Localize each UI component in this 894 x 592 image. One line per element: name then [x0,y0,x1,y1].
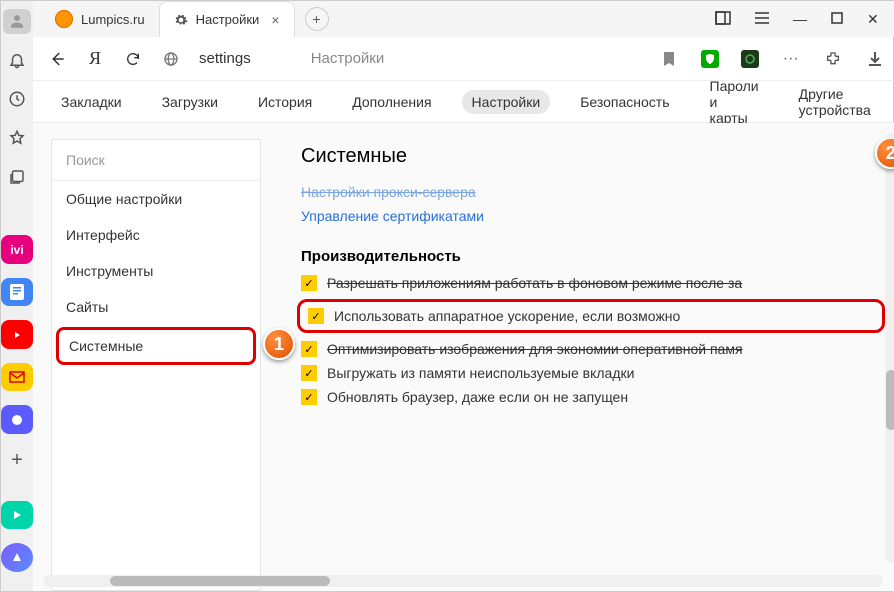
checkbox-label: Оптимизировать изображения для экономии … [327,341,743,357]
site-info-icon[interactable] [161,49,181,69]
more-icon[interactable]: ··· [781,49,801,69]
extension-icon[interactable] [741,50,759,68]
minimize-button[interactable]: — [793,11,807,28]
panel-icon[interactable] [715,11,731,28]
settings-sidebar: Поиск Общие настройки Интерфейс Инструме… [51,139,261,591]
checkbox-icon[interactable]: ✓ [301,275,317,291]
protect-icon[interactable] [701,50,719,68]
settings-nav: Закладки Загрузки История Дополнения Нас… [33,81,894,123]
sidebar-item-tools[interactable]: Инструменты [52,253,260,289]
check-hardware-acceleration[interactable]: ✓ Использовать аппаратное ускорение, есл… [297,299,885,333]
link-certificates[interactable]: Управление сертификатами [301,208,881,224]
app-mail-icon[interactable] [1,363,33,391]
checkbox-label: Обновлять браузер, даже если он не запущ… [327,389,628,405]
yandex-icon[interactable]: Я [85,49,105,69]
checkbox-icon[interactable]: ✓ [301,365,317,381]
checkbox-label: Разрешать приложениям работать в фоновом… [327,275,742,291]
horizontal-scrollbar[interactable] [43,575,883,587]
search-input[interactable]: Поиск [52,140,260,181]
address-title: Настройки [311,50,385,67]
navtab-passwords[interactable]: Пароли и карты [700,74,769,130]
navtab-downloads[interactable]: Загрузки [152,90,228,114]
alice-icon[interactable] [1,543,33,571]
sidebar-item-interface[interactable]: Интерфейс [52,217,260,253]
navtab-bookmarks[interactable]: Закладки [51,90,132,114]
sidebar-item-general[interactable]: Общие настройки [52,181,260,217]
checkbox-label: Выгружать из памяти неиспользуемые вклад… [327,365,634,381]
navtab-other-devices[interactable]: Другие устройства [789,82,881,122]
app-purple-icon[interactable] [1,405,33,433]
check-optimize-images[interactable]: ✓ Оптимизировать изображения для экономи… [301,341,881,357]
sidebar-item-system[interactable]: Системные 1 [56,327,256,365]
collections-icon[interactable] [3,165,31,190]
check-background-apps[interactable]: ✓ Разрешать приложениям работать в фонов… [301,275,881,291]
close-button[interactable]: ✕ [867,11,879,28]
history-icon[interactable] [3,87,31,112]
tab-settings[interactable]: Настройки × [159,1,295,37]
address-field[interactable]: settings Настройки [199,50,384,67]
close-icon[interactable]: × [271,12,279,28]
extensions-icon[interactable] [823,49,843,69]
navtab-addons[interactable]: Дополнения [342,90,441,114]
section-performance-heading: Производительность [301,248,881,265]
sidebar-item-sites[interactable]: Сайты [52,289,260,325]
app-docs-icon[interactable] [1,278,33,306]
callout-badge-1: 1 [263,328,295,360]
scrollbar-thumb[interactable] [110,576,330,586]
checkbox-icon[interactable]: ✓ [301,341,317,357]
page-heading: Системные [301,145,881,168]
navtab-settings[interactable]: Настройки [462,90,551,114]
scrollbar-thumb[interactable] [886,370,894,430]
vertical-scrollbar[interactable] [885,133,894,563]
settings-content: Поиск Общие настройки Интерфейс Инструме… [33,123,894,591]
checkbox-icon[interactable]: ✓ [301,389,317,405]
tab-label: Lumpics.ru [81,12,145,27]
downloads-icon[interactable] [865,49,885,69]
maximize-button[interactable] [831,11,843,28]
address-bar: Я settings Настройки ··· [33,37,894,81]
checkbox-label: Использовать аппаратное ускорение, если … [334,308,680,324]
tab-label: Настройки [196,12,260,27]
add-app-icon[interactable]: + [3,448,31,473]
profile-icon[interactable] [3,9,31,34]
checkbox-icon[interactable]: ✓ [308,308,324,324]
gear-icon [174,13,188,27]
check-unload-tabs[interactable]: ✓ Выгружать из памяти неиспользуемые вкл… [301,365,881,381]
tab-bar: Lumpics.ru Настройки × + — ✕ [33,1,894,37]
link-proxy-settings[interactable]: Настройки прокси-сервера [301,184,881,200]
star-icon[interactable] [3,126,31,151]
navtab-history[interactable]: История [248,90,322,114]
address-path: settings [199,50,251,67]
favicon-lumpics-icon [55,10,73,28]
new-tab-button[interactable]: + [305,7,329,31]
reload-button[interactable] [123,49,143,69]
bell-icon[interactable] [3,48,31,73]
menu-icon[interactable] [755,11,769,28]
tab-lumpics[interactable]: Lumpics.ru [41,1,159,37]
bookmark-icon[interactable] [659,49,679,69]
navtab-security[interactable]: Безопасность [570,90,679,114]
settings-panel: Системные Настройки прокси-сервера Управ… [261,139,894,591]
app-teal-icon[interactable] [1,501,33,529]
check-update-browser[interactable]: ✓ Обновлять браузер, даже если он не зап… [301,389,881,405]
browser-side-panel: ivi + [1,1,33,591]
app-ivi-icon[interactable]: ivi [1,235,33,263]
back-button[interactable] [47,49,67,69]
app-youtube-icon[interactable] [1,320,33,348]
